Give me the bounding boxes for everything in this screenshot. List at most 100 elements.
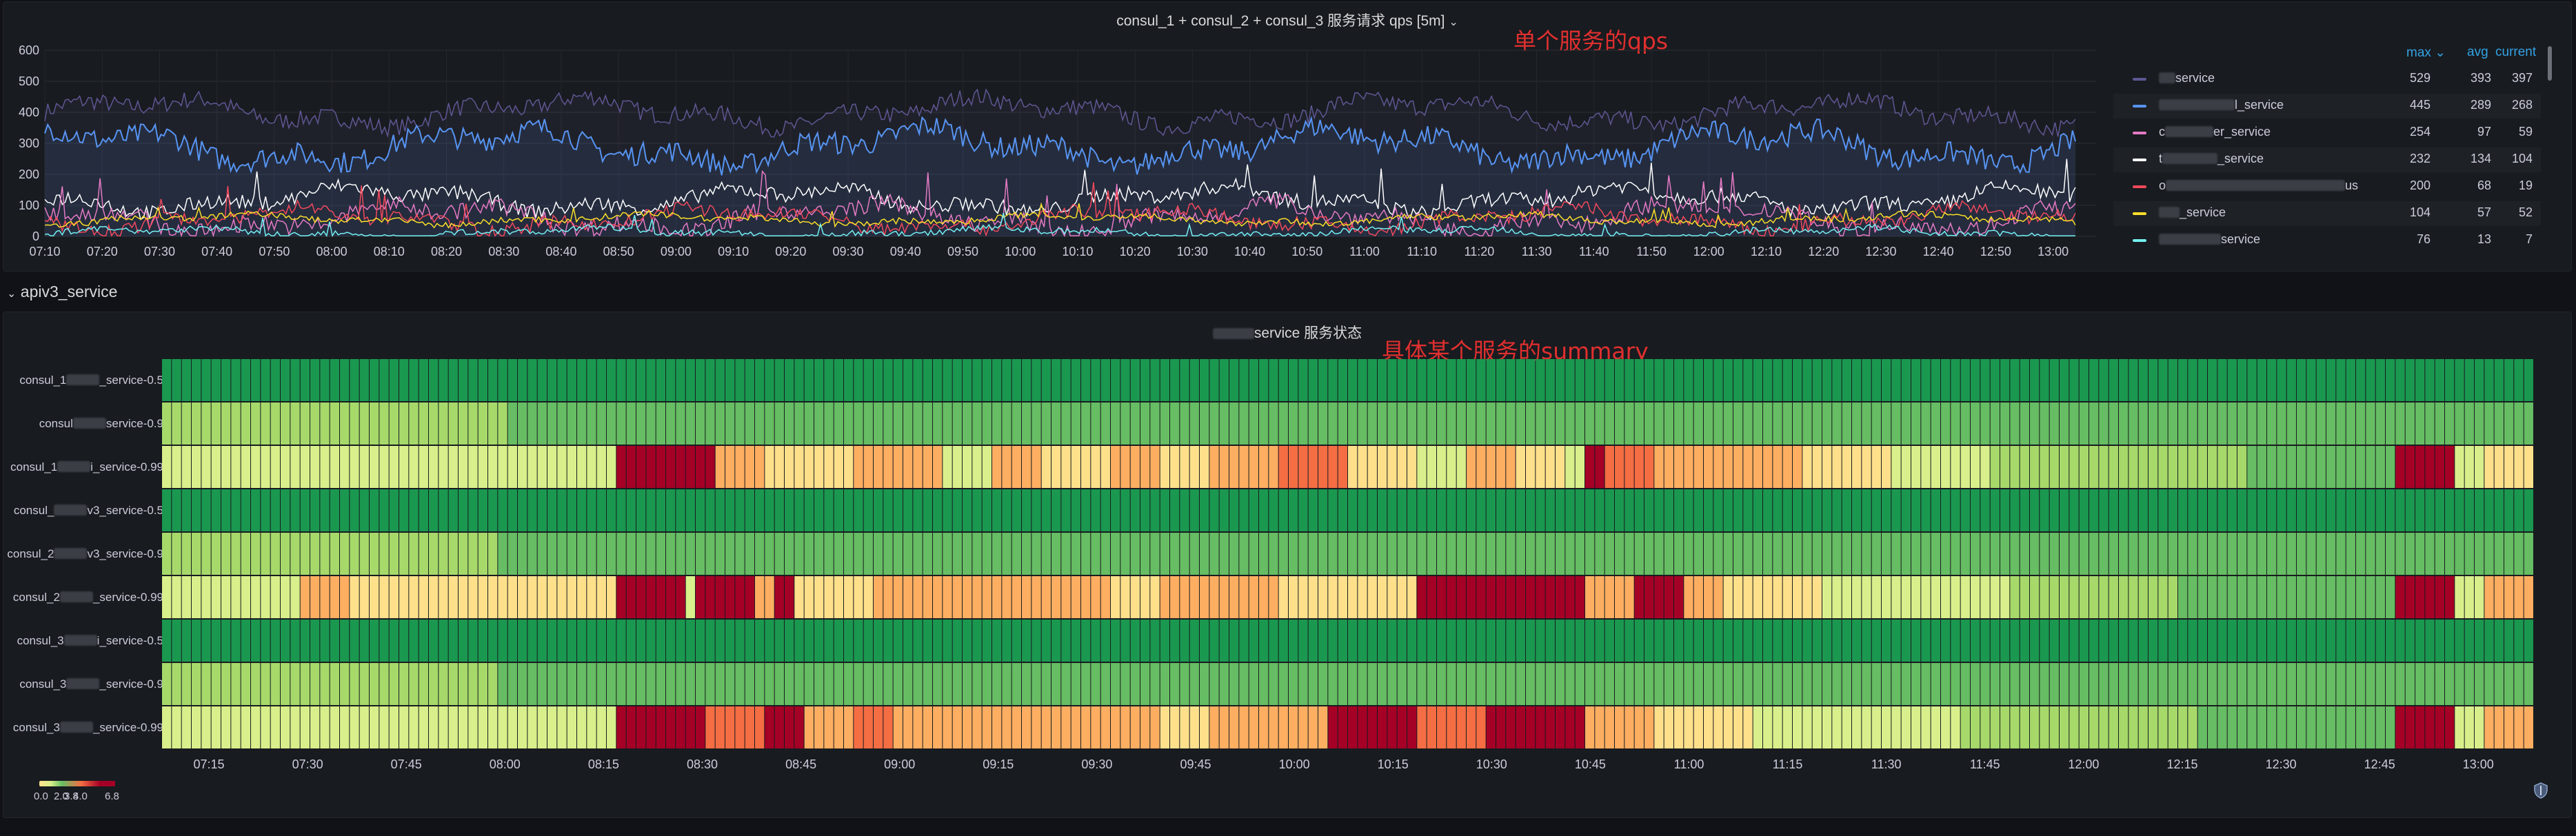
heatmap-cell[interactable] xyxy=(952,402,962,445)
heatmap-cell[interactable] xyxy=(715,446,725,488)
heatmap-cell[interactable] xyxy=(715,706,725,748)
heatmap-cell[interactable] xyxy=(1941,620,1951,662)
heatmap-cell[interactable] xyxy=(863,706,873,748)
heatmap-cell[interactable] xyxy=(2356,620,2366,662)
heatmap-cell[interactable] xyxy=(379,533,389,575)
heatmap-cell[interactable] xyxy=(1318,489,1328,531)
heatmap-cell[interactable] xyxy=(1556,620,1565,662)
heatmap-cell[interactable] xyxy=(290,663,300,705)
heatmap-cell[interactable] xyxy=(2475,489,2484,531)
heatmap-cell[interactable] xyxy=(587,533,596,575)
heatmap-cell[interactable] xyxy=(2504,663,2514,705)
heatmap-cell[interactable] xyxy=(1269,446,1278,488)
heatmap-cell[interactable] xyxy=(1259,446,1269,488)
heatmap-cell[interactable] xyxy=(794,359,804,401)
heatmap-cell[interactable] xyxy=(350,620,359,662)
heatmap-cell[interactable] xyxy=(596,576,606,618)
heatmap-cell[interactable] xyxy=(1200,446,1209,488)
heatmap-cell[interactable] xyxy=(2049,620,2059,662)
heatmap-cell[interactable] xyxy=(281,706,290,748)
heatmap-cell[interactable] xyxy=(952,359,962,401)
heatmap-cell[interactable] xyxy=(1536,359,1545,401)
heatmap-cell[interactable] xyxy=(1378,576,1387,618)
heatmap-cell[interactable] xyxy=(2386,359,2395,401)
heatmap-cell[interactable] xyxy=(596,533,606,575)
heatmap-cell[interactable] xyxy=(2119,489,2129,531)
heatmap-cell[interactable] xyxy=(2316,663,2326,705)
heatmap-cell[interactable] xyxy=(2217,533,2227,575)
heatmap-cell[interactable] xyxy=(1348,620,1358,662)
heatmap-cell[interactable] xyxy=(1041,533,1051,575)
heatmap-cell[interactable] xyxy=(330,620,339,662)
heatmap-cell[interactable] xyxy=(1516,359,1525,401)
heatmap-cell[interactable] xyxy=(1634,576,1644,618)
heatmap-cell[interactable] xyxy=(478,446,487,488)
heatmap-cell[interactable] xyxy=(1753,706,1762,748)
heatmap-cell[interactable] xyxy=(1209,576,1219,618)
heatmap-cell[interactable] xyxy=(1901,359,1911,401)
heatmap-cell[interactable] xyxy=(1960,576,1970,618)
heatmap-cell[interactable] xyxy=(172,489,181,531)
heatmap-cell[interactable] xyxy=(1130,706,1140,748)
heatmap-cell[interactable] xyxy=(1338,446,1347,488)
heatmap-cell[interactable] xyxy=(2405,533,2415,575)
heatmap-cell[interactable] xyxy=(1664,359,1673,401)
heatmap-cell[interactable] xyxy=(1990,489,2000,531)
heatmap-cell[interactable] xyxy=(439,706,448,748)
heatmap-cell[interactable] xyxy=(2514,533,2524,575)
heatmap-cell[interactable] xyxy=(2464,576,2474,618)
heatmap-cell[interactable] xyxy=(320,402,330,445)
heatmap-cell[interactable] xyxy=(923,359,932,401)
heatmap-cell[interactable] xyxy=(1229,663,1239,705)
heatmap-cell[interactable] xyxy=(2119,576,2129,618)
heatmap-cell[interactable] xyxy=(518,446,527,488)
heatmap-cell[interactable] xyxy=(2149,706,2158,748)
heatmap-cell[interactable] xyxy=(1229,359,1239,401)
heatmap-cell[interactable] xyxy=(439,402,448,445)
heatmap-cell[interactable] xyxy=(162,620,172,662)
heatmap-cell[interactable] xyxy=(794,576,804,618)
heatmap-cell[interactable] xyxy=(696,446,705,488)
heatmap-cell[interactable] xyxy=(537,533,547,575)
heatmap-cell[interactable] xyxy=(1249,663,1258,705)
heatmap-cell[interactable] xyxy=(1812,620,1822,662)
heatmap-cell[interactable] xyxy=(1100,706,1110,748)
heatmap-cell[interactable] xyxy=(1002,402,1012,445)
heatmap-cell[interactable] xyxy=(1486,489,1496,531)
heatmap-cell[interactable] xyxy=(1971,359,1980,401)
heatmap-cell[interactable] xyxy=(330,533,339,575)
heatmap-cell[interactable] xyxy=(1604,663,1614,705)
heatmap-cell[interactable] xyxy=(1960,706,1970,748)
heatmap-cell[interactable] xyxy=(1130,663,1140,705)
heatmap-cell[interactable] xyxy=(2257,402,2266,445)
heatmap-cell[interactable] xyxy=(429,402,439,445)
heatmap-cell[interactable] xyxy=(1911,402,1921,445)
heatmap-cell[interactable] xyxy=(1378,620,1387,662)
heatmap-cell[interactable] xyxy=(923,489,932,531)
heatmap-cell[interactable] xyxy=(1773,402,1782,445)
heatmap-cell[interactable] xyxy=(1615,359,1624,401)
heatmap-cell[interactable] xyxy=(507,359,517,401)
heatmap-cell[interactable] xyxy=(1782,663,1792,705)
heatmap-cell[interactable] xyxy=(1447,663,1456,705)
heatmap-cell[interactable] xyxy=(1427,706,1436,748)
heatmap-cell[interactable] xyxy=(261,620,270,662)
heatmap-cell[interactable] xyxy=(952,446,962,488)
heatmap-cell[interactable] xyxy=(834,706,843,748)
heatmap-cell[interactable] xyxy=(814,663,824,705)
heatmap-cell[interactable] xyxy=(587,576,596,618)
heatmap-cell[interactable] xyxy=(1911,446,1921,488)
heatmap-cell[interactable] xyxy=(310,620,320,662)
heatmap-cell[interactable] xyxy=(765,402,774,445)
heatmap-cell[interactable] xyxy=(419,402,428,445)
heatmap-cell[interactable] xyxy=(923,620,932,662)
heatmap-cell[interactable] xyxy=(656,620,665,662)
heatmap-cell[interactable] xyxy=(1526,620,1536,662)
heatmap-cell[interactable] xyxy=(933,446,943,488)
heatmap-cell[interactable] xyxy=(1506,576,1516,618)
heatmap-cell[interactable] xyxy=(300,446,310,488)
heatmap-cell[interactable] xyxy=(1782,446,1792,488)
heatmap-cell[interactable] xyxy=(468,446,478,488)
heatmap-cell[interactable] xyxy=(2069,489,2079,531)
heatmap-cell[interactable] xyxy=(1239,489,1249,531)
